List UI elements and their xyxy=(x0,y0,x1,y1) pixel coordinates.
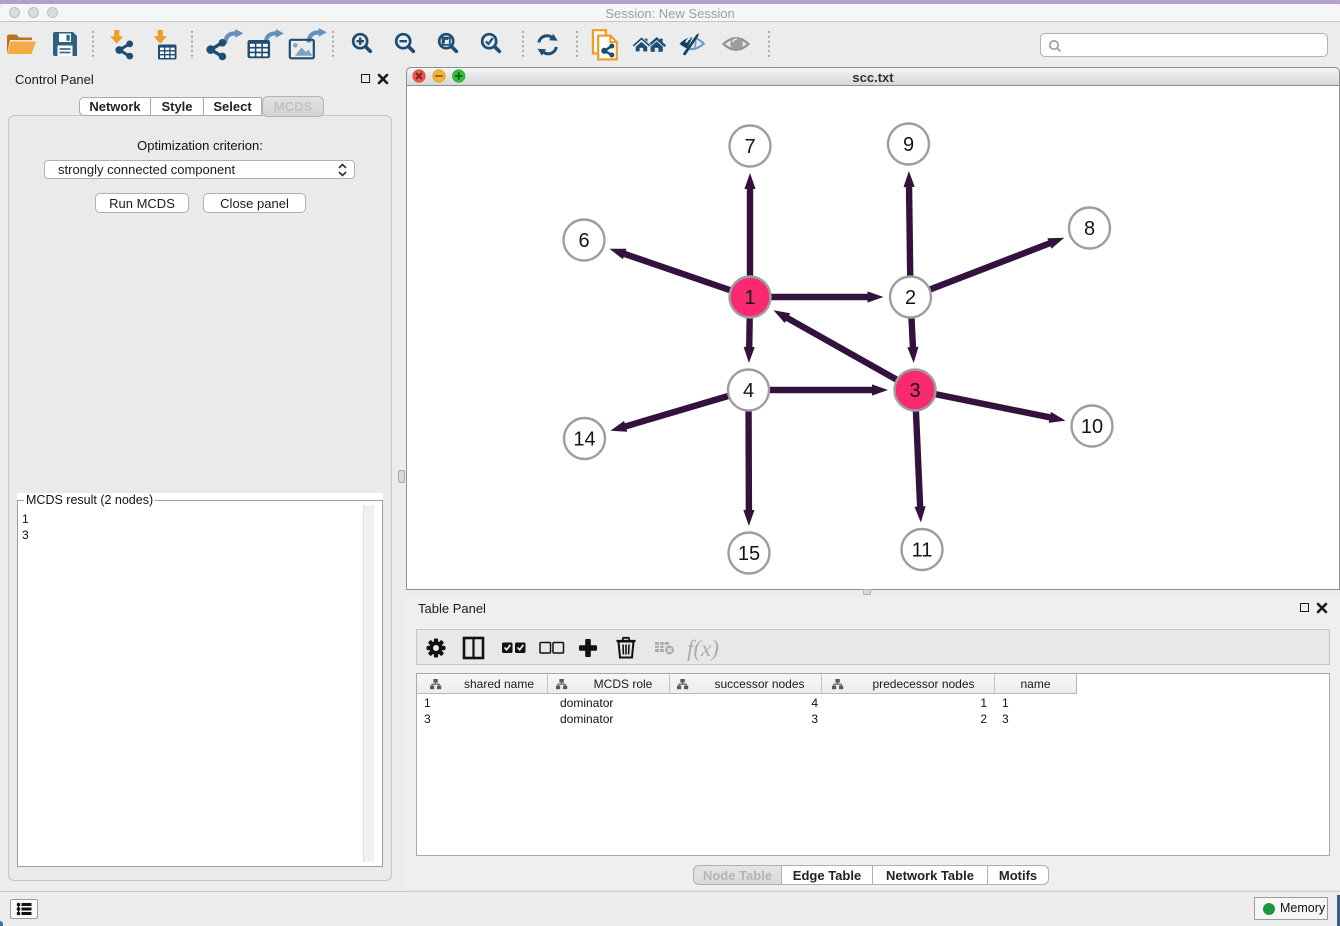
svg-text:9: 9 xyxy=(903,134,914,156)
svg-text:4: 4 xyxy=(743,380,754,402)
svg-text:3: 3 xyxy=(909,380,920,402)
svg-text:8: 8 xyxy=(1084,218,1095,240)
svg-text:f(x): f(x) xyxy=(687,636,719,661)
svg-text:6: 6 xyxy=(578,230,589,252)
svg-text:15: 15 xyxy=(738,543,760,565)
svg-text:11: 11 xyxy=(912,540,933,562)
svg-text:10: 10 xyxy=(1081,416,1103,438)
svg-text:1: 1 xyxy=(744,287,755,309)
svg-text:7: 7 xyxy=(744,136,755,158)
svg-text:14: 14 xyxy=(573,429,595,451)
svg-text:2: 2 xyxy=(905,287,916,309)
